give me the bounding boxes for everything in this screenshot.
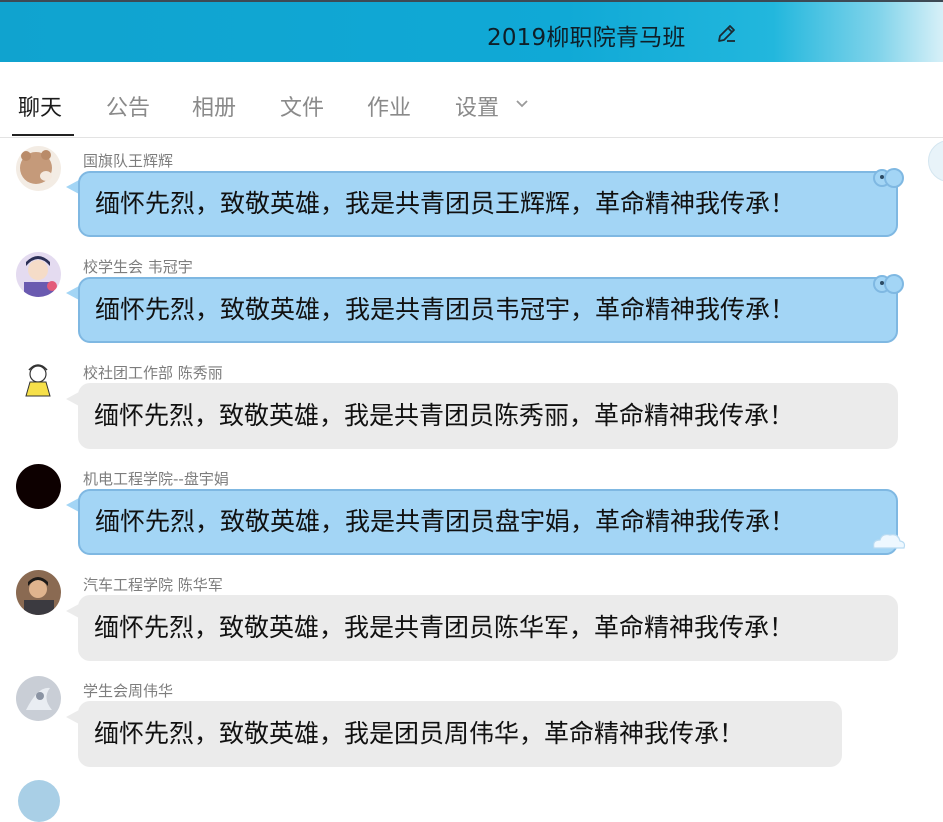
- message-item: 校学生会 韦冠宇 缅怀先烈，致敬英雄，我是共青团员韦冠宇，革命精神我传承！: [0, 252, 943, 352]
- group-title: 2019柳职院青马班: [487, 25, 686, 51]
- message-bubble[interactable]: 缅怀先烈，致敬英雄，我是共青团员盘宇娟，革命精神我传承！: [78, 489, 898, 555]
- sender-name: 校学生会 韦冠宇: [83, 258, 193, 276]
- message-item: 机电工程学院--盘宇娟 缅怀先烈，致敬英雄，我是共青团员盘宇娟，革命精神我传承！: [0, 464, 943, 564]
- message-bubble[interactable]: 缅怀先烈，致敬英雄，我是团员周伟华，革命精神我传承！: [78, 701, 842, 767]
- tab-chat[interactable]: 聊天: [18, 90, 62, 122]
- message-item: 学生会周伟华 缅怀先烈，致敬英雄，我是团员周伟华，革命精神我传承！: [0, 676, 943, 776]
- sender-name: 汽车工程学院 陈华军: [83, 576, 223, 594]
- cloud-decoration-icon: [873, 533, 906, 549]
- avatar[interactable]: [16, 676, 61, 721]
- message-bubble[interactable]: 缅怀先烈，致敬英雄，我是共青团员陈秀丽，革命精神我传承！: [78, 383, 898, 449]
- avatar[interactable]: [16, 464, 61, 509]
- tab-settings[interactable]: 设置: [455, 90, 499, 122]
- message-item: 汽车工程学院 陈华军 缅怀先烈，致敬英雄，我是共青团员陈华军，革命精神我传承！: [0, 570, 943, 670]
- bubble-decoration-icon: [873, 274, 904, 294]
- active-tab-indicator: [12, 134, 74, 136]
- edit-pencil-icon[interactable]: [716, 22, 738, 44]
- avatar[interactable]: [16, 146, 61, 191]
- avatar[interactable]: [16, 252, 61, 297]
- sender-name: 机电工程学院--盘宇娟: [83, 470, 229, 488]
- message-bubble[interactable]: 缅怀先烈，致敬英雄，我是共青团员陈华军，革命精神我传承！: [78, 595, 898, 661]
- chevron-down-icon[interactable]: [515, 99, 529, 109]
- message-bubble[interactable]: 缅怀先烈，致敬英雄，我是共青团员王辉辉，革命精神我传承！: [78, 171, 898, 237]
- avatar[interactable]: [16, 570, 61, 615]
- sender-name: 校社团工作部 陈秀丽: [83, 364, 223, 382]
- sender-name: 国旗队王辉辉: [83, 152, 174, 170]
- sender-name: 学生会周伟华: [83, 682, 174, 700]
- group-tabs: 聊天 公告 相册 文件 作业 设置: [0, 62, 943, 182]
- tab-announcements[interactable]: 公告: [106, 90, 150, 122]
- message-bubble[interactable]: 缅怀先烈，致敬英雄，我是共青团员韦冠宇，革命精神我传承！: [78, 277, 898, 343]
- avatar[interactable]: [18, 780, 60, 822]
- bubble-decoration-icon: [873, 168, 904, 188]
- message-item: 国旗队王辉辉 缅怀先烈，致敬英雄，我是共青团员王辉辉，革命精神我传承！: [0, 146, 943, 246]
- tab-files[interactable]: 文件: [280, 90, 324, 122]
- message-item: 校社团工作部 陈秀丽 缅怀先烈，致敬英雄，我是共青团员陈秀丽，革命精神我传承！: [0, 358, 943, 458]
- tab-homework[interactable]: 作业: [367, 90, 411, 122]
- group-title-bar: 2019柳职院青马班: [0, 0, 943, 62]
- avatar[interactable]: [16, 358, 61, 403]
- tab-album[interactable]: 相册: [192, 90, 236, 122]
